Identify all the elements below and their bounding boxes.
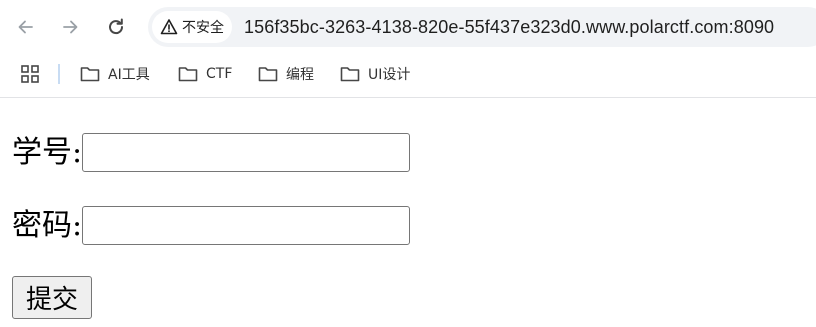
student-id-row: 学号:: [12, 133, 411, 172]
arrow-right-icon: [63, 20, 78, 34]
arrow-left-icon: [18, 20, 33, 34]
password-label: 密码:: [12, 207, 83, 243]
reload-button[interactable]: [102, 13, 130, 41]
back-button[interactable]: [12, 13, 40, 41]
browser-chrome: 不安全 156f35bc-3263-4138-820e-55f437e323d0…: [0, 0, 816, 98]
folder-icon: [178, 67, 198, 82]
bookmark-folder-ai-tools[interactable]: AI工具: [80, 62, 150, 86]
forward-button[interactable]: [56, 13, 84, 41]
password-input[interactable]: [82, 206, 411, 245]
bookmark-folder-ui-design[interactable]: UI设计: [340, 62, 410, 86]
reload-icon: [109, 18, 124, 35]
address-bar[interactable]: 不安全 156f35bc-3263-4138-820e-55f437e323d0…: [148, 7, 816, 47]
student-id-label: 学号:: [12, 134, 83, 170]
page-content: 学号: 密码: 提交: [0, 98, 816, 327]
url-text[interactable]: 156f35bc-3263-4138-820e-55f437e323d0.www…: [244, 17, 774, 38]
submit-button[interactable]: 提交: [12, 276, 92, 319]
warning-triangle-icon: [160, 19, 178, 35]
folder-icon: [340, 67, 360, 82]
student-id-input[interactable]: [82, 133, 411, 172]
bookmark-label: 编程: [286, 67, 314, 83]
security-label: 不安全: [182, 20, 224, 36]
password-row: 密码:: [12, 206, 411, 245]
apps-grid-icon[interactable]: [20, 64, 40, 84]
bookmark-label: UI设计: [368, 67, 411, 83]
folder-icon: [258, 67, 278, 82]
bookmarks-bar: AI工具 CTF 编程 UI设计: [0, 58, 816, 90]
bookmark-label: CTF: [206, 66, 233, 82]
bookmark-label: AI工具: [108, 67, 150, 83]
bookmarks-divider: [58, 64, 60, 84]
bookmark-folder-programming[interactable]: 编程: [258, 62, 314, 86]
bookmark-folder-ctf[interactable]: CTF: [178, 62, 232, 86]
browser-toolbar: 不安全 156f35bc-3263-4138-820e-55f437e323d0…: [0, 0, 816, 54]
folder-icon: [80, 67, 100, 82]
security-indicator[interactable]: 不安全: [152, 11, 232, 43]
